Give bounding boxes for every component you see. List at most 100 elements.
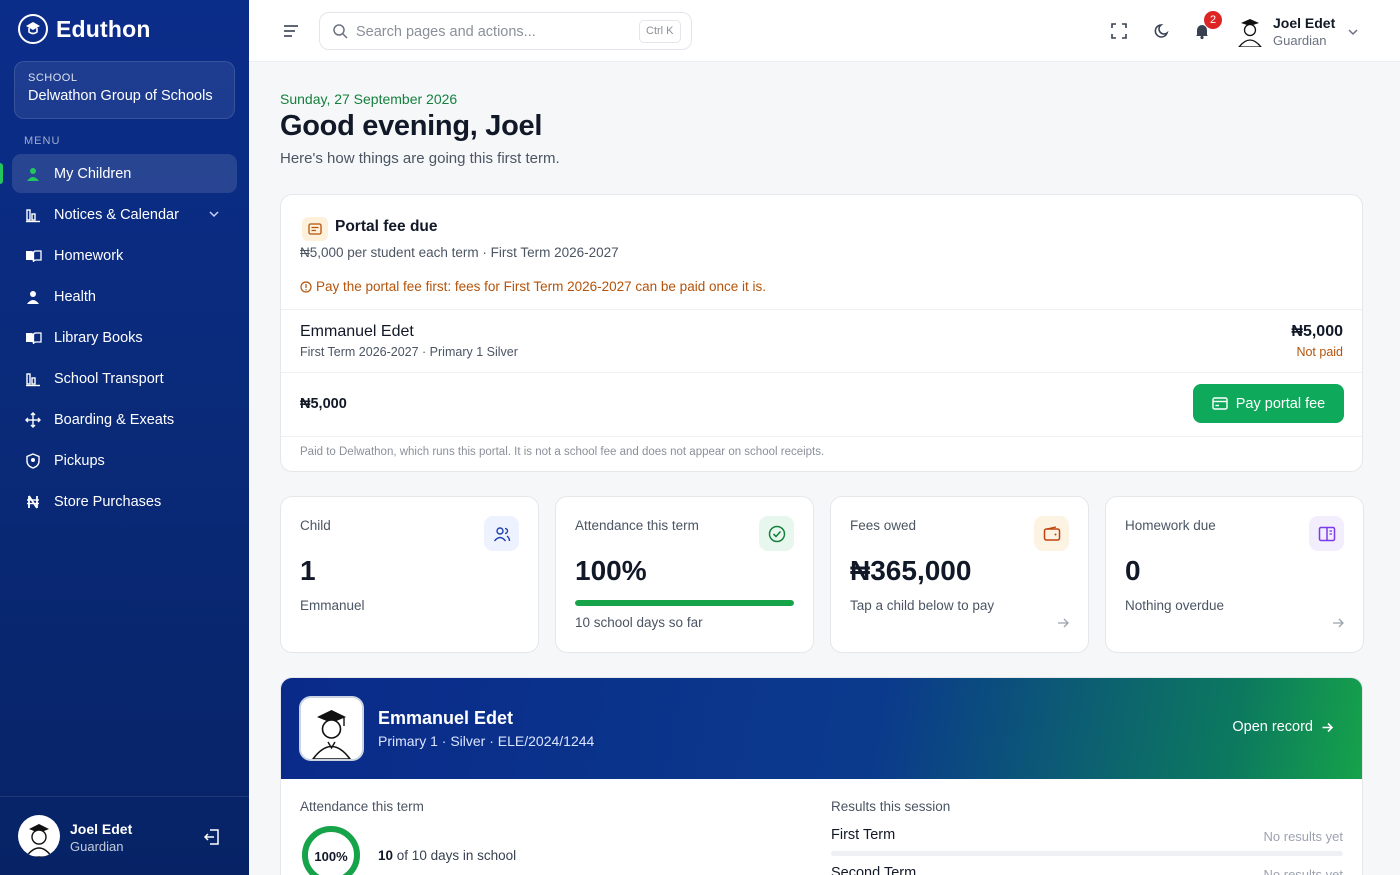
stat-sub: Tap a child below to pay [850, 598, 995, 613]
attendance-progress-bar [575, 600, 794, 606]
results-section-title: Results this session [831, 799, 951, 814]
sidebar-item-my-children[interactable]: My Children [0, 154, 237, 193]
sidebar-item-homework[interactable]: Homework [12, 236, 237, 275]
book-open-icon [24, 247, 42, 265]
sidebar-item-boarding-exeats[interactable]: Boarding & Exeats [12, 400, 237, 439]
result-bar [831, 851, 1343, 856]
attendance-days-text: of 10 days in school [396, 848, 517, 863]
fee-student-meta: First Term 2026-2027 · Primary 1 Silver [300, 345, 518, 359]
child-card-header: Emmanuel Edet Primary 1 · Silver · ELE/2… [281, 678, 1362, 779]
current-date: Sunday, 27 September 2026 [280, 91, 458, 107]
portal-fee-subtitle: ₦5,000 per student each term · First Ter… [300, 245, 619, 260]
arrow-right-icon [1333, 618, 1344, 628]
fee-amount: ₦5,000 [1291, 323, 1343, 340]
fee-total: ₦5,000 [300, 396, 347, 412]
users-icon [484, 516, 519, 551]
logout-icon[interactable] [203, 828, 221, 846]
attendance-days: 10 of 10 days in school [378, 848, 516, 863]
user-icon [24, 165, 42, 183]
sidebar-item-school-transport[interactable]: School Transport [12, 359, 237, 398]
open-record-link[interactable]: Open record [1232, 719, 1334, 735]
sidebar-footer: Joel Edet Guardian [0, 796, 249, 875]
stat-label: Child [300, 518, 331, 533]
sidebar-item-notices-calendar[interactable]: Notices & Calendar [12, 195, 237, 234]
sidebar-item-label: Homework [54, 247, 124, 264]
portal-fee-note: Paid to Delwathon, which runs this porta… [300, 446, 825, 458]
sidebar-item-label: Boarding & Exeats [54, 411, 175, 428]
info-icon [300, 280, 312, 293]
sidebar-item-library-books[interactable]: Library Books [12, 318, 237, 357]
page-subtitle: Here's how things are going this first t… [280, 150, 560, 167]
sidebar-item-health[interactable]: Health [12, 277, 237, 316]
move-icon [24, 411, 42, 429]
naira-icon [24, 493, 42, 511]
child-card: Emmanuel Edet Primary 1 · Silver · ELE/2… [280, 677, 1363, 875]
portal-fee-title: Portal fee due [335, 218, 438, 235]
book-open-icon [24, 329, 42, 347]
child-name: Emmanuel Edet [378, 708, 514, 728]
fee-student-name: Emmanuel Edet [300, 323, 414, 340]
stat-card-fees-owed[interactable]: Fees owed ₦365,000 Tap a child below to … [830, 496, 1089, 653]
menu-toggle-icon[interactable] [282, 22, 300, 40]
stat-card-homework[interactable]: Homework due 0 Nothing overdue [1105, 496, 1364, 653]
avatar[interactable] [18, 815, 60, 857]
portal-fee-warning: Pay the portal fee first: fees for First… [300, 279, 766, 294]
arrow-right-icon [1058, 618, 1069, 628]
search-icon [333, 24, 348, 39]
fullscreen-icon[interactable] [1110, 22, 1128, 40]
search-input[interactable] [356, 21, 626, 43]
sidebar-user-role: Guardian [70, 839, 124, 854]
page-title: Good evening, Joel [280, 110, 543, 142]
receipt-icon [302, 217, 328, 241]
status-badge: Not paid [1296, 345, 1343, 359]
stat-sub: 10 school days so far [575, 615, 703, 630]
stat-card-attendance[interactable]: Attendance this term 100% 10 school days… [555, 496, 814, 653]
book-icon [1309, 516, 1344, 551]
stat-sub: Emmanuel [300, 598, 365, 613]
avatar[interactable] [1235, 15, 1265, 47]
sidebar-item-label: Library Books [54, 329, 143, 346]
brand[interactable]: Eduthon [18, 14, 151, 44]
sidebar-item-label: Pickups [54, 452, 105, 469]
user-role: Guardian [1273, 33, 1327, 48]
chart-icon [24, 370, 42, 388]
attendance-ring-value: 100% [314, 849, 348, 864]
sidebar-nav: My Children Notices & Calendar Homework … [0, 154, 237, 523]
user-badge-icon [24, 288, 42, 306]
attendance-section-title: Attendance this term [300, 799, 424, 814]
sidebar-item-label: Store Purchases [54, 493, 162, 510]
attendance-days-present: 10 [378, 848, 394, 863]
sidebar-item-label: School Transport [54, 370, 164, 387]
divider [281, 436, 1362, 437]
school-selector[interactable]: SCHOOL Delwathon Group of Schools [14, 61, 235, 119]
search-bar[interactable]: Ctrl K [319, 12, 692, 50]
pay-button-label: Pay portal fee [1235, 395, 1326, 412]
stat-label: Attendance this term [575, 518, 699, 533]
sidebar-item-label: My Children [54, 165, 132, 182]
menu-caption: MENU [24, 135, 61, 147]
sidebar-item-pickups[interactable]: Pickups [12, 441, 237, 480]
result-term: Second Term [831, 865, 917, 875]
school-name: Delwathon Group of Schools [28, 88, 213, 104]
stat-label: Homework due [1125, 518, 1216, 533]
moon-icon[interactable] [1153, 22, 1171, 40]
notification-badge: 2 [1204, 11, 1222, 29]
user-name[interactable]: Joel Edet [1273, 15, 1335, 31]
sidebar-item-label: Health [54, 288, 96, 305]
portal-fee-warning-text: Pay the portal fee first: fees for First… [316, 279, 766, 294]
shortcut-hint: Ctrl K [639, 20, 681, 43]
stat-value: ₦365,000 [850, 555, 972, 586]
stat-sub: Nothing overdue [1125, 598, 1225, 613]
sidebar-item-label: Notices & Calendar [54, 206, 179, 223]
avatar [299, 696, 364, 761]
chevron-down-icon[interactable] [1346, 25, 1360, 39]
progress-fill [575, 600, 794, 606]
chevron-down-icon [209, 211, 219, 218]
pay-portal-fee-button[interactable]: Pay portal fee [1193, 384, 1344, 423]
sidebar: Eduthon SCHOOL Delwathon Group of School… [0, 0, 249, 875]
sidebar-item-store-purchases[interactable]: Store Purchases [12, 482, 237, 521]
stat-label: Fees owed [850, 518, 917, 533]
shield-user-icon [24, 452, 42, 470]
topbar: Ctrl K 2 Joel Edet Guardian [249, 0, 1400, 62]
stat-card-child[interactable]: Child 1 Emmanuel [280, 496, 539, 653]
